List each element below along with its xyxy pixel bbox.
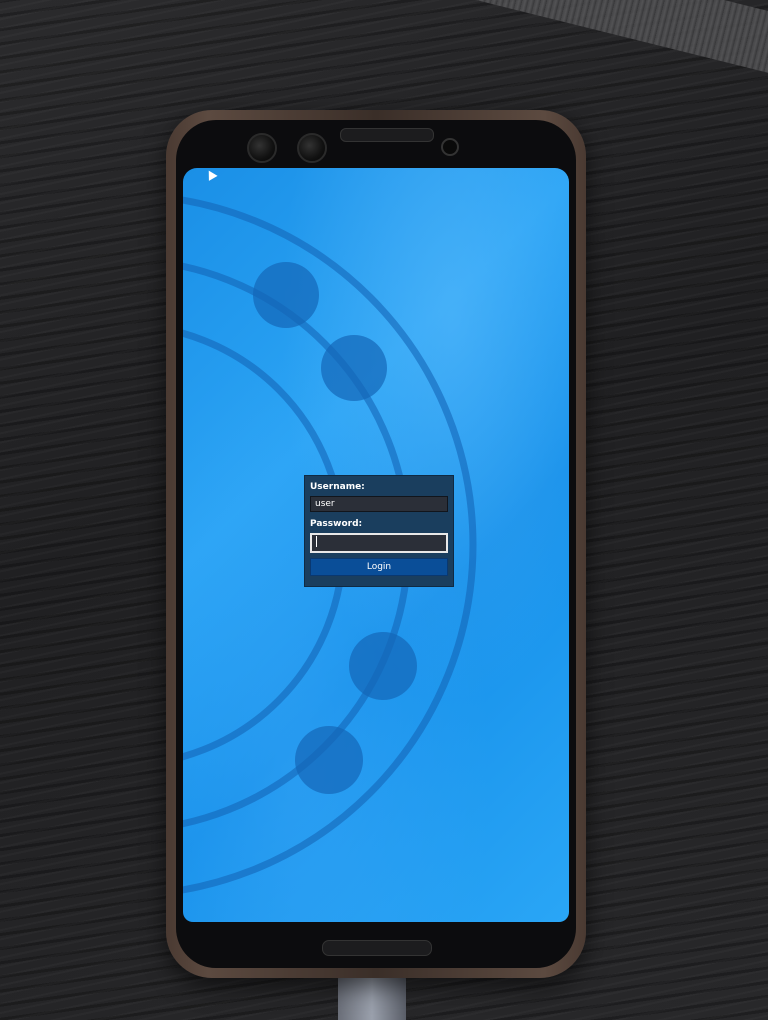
login-button[interactable]: Login [310, 558, 448, 576]
password-field[interactable] [310, 533, 448, 553]
front-camera-wide-icon [297, 133, 327, 163]
wallpaper-dot [349, 632, 417, 700]
earpiece-speaker [340, 128, 434, 142]
wallpaper-dot [253, 262, 319, 328]
username-label: Username: [310, 482, 365, 492]
wallpaper-dot [321, 335, 387, 401]
username-field[interactable]: user [310, 496, 448, 512]
braided-cable [251, 0, 768, 95]
front-camera-icon [247, 133, 277, 163]
text-caret [316, 536, 317, 547]
password-label: Password: [310, 519, 363, 529]
usb-cable-plug [338, 975, 406, 1020]
bottom-speaker [322, 940, 432, 956]
wallpaper-dot [295, 726, 363, 794]
proximity-sensor [441, 138, 459, 156]
login-dialog: Username: user Password: Login [304, 475, 454, 587]
photo-scene: Username: user Password: Login [0, 0, 768, 1020]
